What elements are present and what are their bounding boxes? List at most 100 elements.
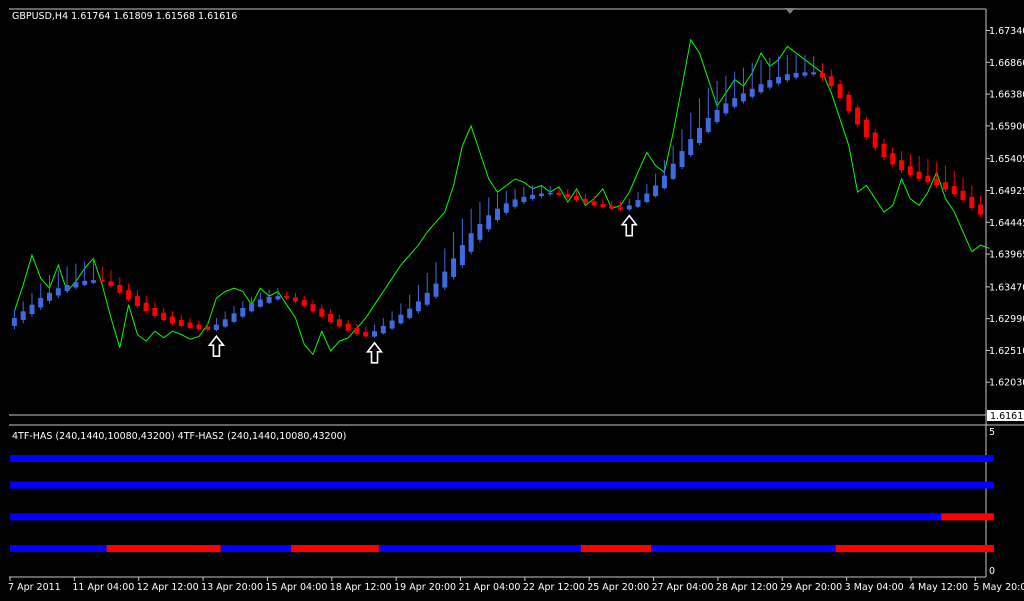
price-tick-label: 1.64445 (989, 218, 1024, 229)
time-tick-label: 22 Apr 12:00 (523, 582, 585, 593)
candle-body (20, 311, 26, 320)
candle-body (688, 139, 694, 155)
candle-body (415, 301, 421, 312)
candle-body (170, 316, 175, 324)
candle-body (213, 324, 219, 330)
candle-body (196, 324, 202, 330)
candle-body (108, 281, 114, 287)
candle-body (618, 207, 623, 210)
candle-body (152, 308, 158, 316)
price-tick-label: 1.65900 (989, 121, 1024, 132)
indicator-segment (291, 545, 379, 552)
candle-body (538, 193, 544, 197)
candle-body (301, 300, 307, 307)
indicator-axis-labels: 50 (989, 427, 995, 577)
candle-body (29, 304, 35, 314)
time-tick-label: 13 Apr 20:00 (201, 582, 263, 593)
candle-body (328, 314, 334, 322)
price-tick-label: 1.66380 (989, 90, 1024, 101)
current-price-badge: 1.61616 (987, 410, 1024, 422)
indicator-segment (106, 545, 221, 552)
candle-body (916, 171, 922, 179)
candle-body (424, 292, 430, 305)
indicator-segment (10, 513, 942, 521)
indicator-title: 4TF-HAS (240,1440,10080,43200) 4TF-HAS2 … (12, 431, 346, 442)
candle-body (969, 196, 975, 209)
time-tick-label: 28 Apr 12:00 (716, 582, 778, 593)
candle-body (890, 153, 896, 165)
candle-body (468, 233, 474, 252)
candle-body (644, 193, 650, 203)
candle-body (442, 271, 448, 288)
candle-body (609, 206, 615, 209)
candle-body (266, 296, 272, 303)
candle-body (530, 194, 536, 199)
candle-body (697, 127, 702, 144)
candle-body (143, 302, 149, 312)
candle-body (907, 166, 913, 175)
candle-body (433, 283, 439, 297)
candle-body (820, 72, 825, 78)
candle-body (837, 84, 843, 99)
candle-body (187, 322, 193, 328)
candle-body (872, 132, 878, 148)
candle-body (732, 98, 738, 107)
time-axis-labels: 7 Apr 2011 11 Apr 04:00 12 Apr 12:00 13 Apr… (8, 577, 1024, 593)
candle-body (740, 93, 746, 102)
time-tick-label: 29 Apr 20:00 (780, 582, 842, 593)
candle-body (547, 192, 553, 195)
candle-body (99, 280, 105, 282)
candle-body (126, 290, 132, 300)
price-chart[interactable]: GBPUSD,H4 1.61764 1.61809 1.61568 1.6161… (0, 0, 1024, 597)
candle-body (372, 331, 377, 337)
price-tick-label: 1.63965 (989, 250, 1024, 261)
candle-body (55, 288, 61, 296)
candle-body (881, 143, 887, 157)
shift-marker-icon[interactable] (785, 8, 795, 14)
candle-body (653, 185, 659, 197)
candle-body (521, 196, 527, 203)
candle-body (73, 282, 79, 288)
current-price-label: 1.61616 (990, 411, 1024, 422)
candle-body (802, 72, 808, 76)
candle-body (758, 84, 764, 93)
candle-body (249, 303, 255, 312)
candle-body (231, 313, 237, 322)
candle-body (117, 284, 123, 293)
candle-body (451, 258, 457, 277)
candle-body (257, 299, 263, 307)
time-tick-label: 4 May 12:00 (909, 582, 968, 593)
candle-body (134, 296, 140, 306)
candle-body (705, 118, 711, 132)
time-tick-label: 12 Apr 12:00 (137, 582, 199, 593)
candle-body (310, 304, 316, 312)
candle-body (863, 119, 869, 138)
candle-body (749, 88, 755, 97)
indicator-segment (941, 513, 994, 521)
time-tick-label: 21 Apr 04:00 (458, 582, 520, 593)
indicator-tick-label: 0 (989, 566, 995, 577)
candle-body (38, 298, 44, 308)
green-line-series (13, 38, 990, 356)
indicator-segment (651, 545, 836, 552)
candle-body (793, 72, 799, 78)
time-tick-label: 3 May 04:00 (845, 582, 904, 593)
candle-body (635, 200, 641, 207)
price-tick-label: 1.62510 (989, 346, 1024, 357)
time-tick-label: 5 May 20:00 (973, 582, 1024, 593)
time-tick-label: 15 Apr 04:00 (265, 582, 327, 593)
indicator-segment (580, 545, 652, 552)
candle-body (222, 319, 228, 327)
price-tick-label: 1.62030 (989, 378, 1024, 389)
candle-body (784, 74, 790, 81)
indicator-segment (835, 545, 994, 552)
candle-body (398, 314, 404, 324)
indicator-bars (10, 455, 994, 552)
price-tick-label: 1.63470 (989, 282, 1024, 293)
candle-body (11, 318, 17, 326)
candle-body (161, 312, 167, 320)
candles (11, 54, 984, 338)
candle-body (486, 215, 492, 230)
candle-body (205, 326, 211, 330)
candle-body (855, 107, 861, 125)
